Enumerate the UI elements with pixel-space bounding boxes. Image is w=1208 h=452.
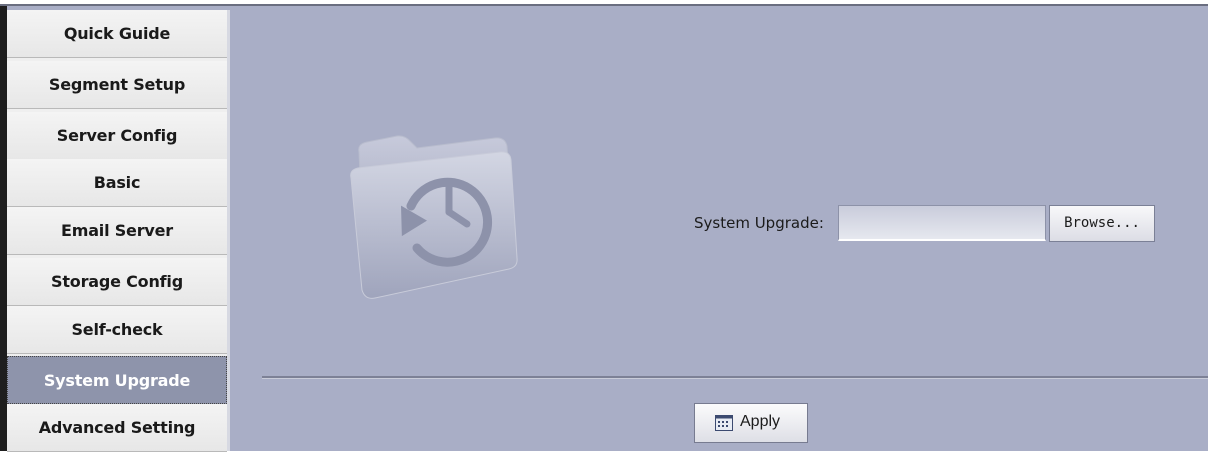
- browse-button[interactable]: Browse...: [1049, 205, 1155, 242]
- sidebar-item-system-upgrade[interactable]: System Upgrade: [7, 356, 227, 404]
- top-border: [0, 0, 1208, 6]
- sidebar-item-email-server[interactable]: Email Server: [7, 207, 227, 255]
- sidebar-item-storage-config[interactable]: Storage Config: [7, 258, 227, 306]
- content-divider: [262, 376, 1208, 379]
- sidebar-item-server-config[interactable]: Server Config: [7, 112, 227, 160]
- sidebar: Quick Guide Segment Setup Server Config …: [7, 10, 227, 452]
- keyboard-icon: [715, 415, 733, 431]
- sidebar-item-advanced-setting[interactable]: Advanced Setting: [7, 404, 227, 452]
- sidebar-item-basic[interactable]: Basic: [7, 159, 227, 207]
- sidebar-item-self-check[interactable]: Self-check: [7, 306, 227, 354]
- apply-button[interactable]: Apply: [694, 403, 808, 443]
- apply-label: Apply: [740, 413, 781, 430]
- sidebar-divider: [227, 10, 230, 451]
- folder-time-machine-icon: [350, 135, 518, 299]
- sidebar-item-quick-guide[interactable]: Quick Guide: [7, 10, 227, 58]
- left-border: [0, 6, 7, 451]
- system-upgrade-label: System Upgrade:: [694, 214, 824, 232]
- system-upgrade-file-input[interactable]: [838, 205, 1046, 241]
- sidebar-item-segment-setup[interactable]: Segment Setup: [7, 61, 227, 109]
- app-window: Quick Guide Segment Setup Server Config …: [0, 0, 1208, 452]
